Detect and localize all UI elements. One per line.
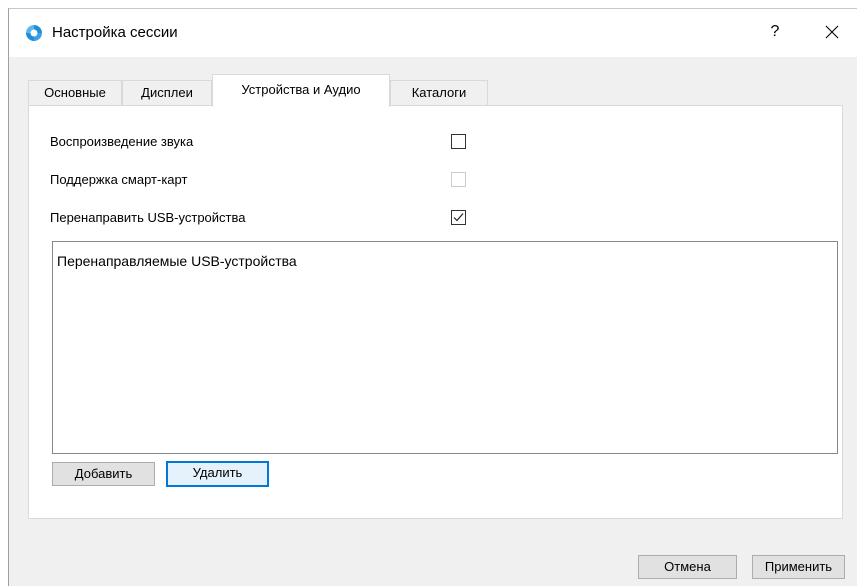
tab-devices-audio[interactable]: Устройства и Аудио bbox=[212, 74, 390, 107]
cancel-button[interactable]: Отмена bbox=[638, 555, 737, 579]
help-button[interactable]: ? bbox=[763, 18, 787, 46]
dialog-title: Настройка сессии bbox=[52, 24, 178, 41]
apply-button[interactable]: Применить bbox=[752, 555, 845, 579]
checkmark-icon bbox=[453, 213, 464, 222]
close-button[interactable] bbox=[817, 18, 847, 46]
close-icon bbox=[825, 25, 839, 39]
devices-audio-panel: Воспроизведение звука Поддержка смарт-ка… bbox=[28, 105, 843, 519]
usb-devices-list[interactable]: Перенаправляемые USB-устройства bbox=[52, 241, 838, 454]
session-settings-dialog: Настройка сессии ? Основные Дисплеи Устр… bbox=[8, 8, 857, 586]
tab-displays[interactable]: Дисплеи bbox=[122, 80, 212, 105]
tab-general[interactable]: Основные bbox=[28, 80, 122, 105]
add-button[interactable]: Добавить bbox=[52, 462, 155, 486]
sound-playback-checkbox[interactable] bbox=[451, 134, 466, 149]
usb-devices-list-header: Перенаправляемые USB-устройства bbox=[57, 253, 297, 269]
usb-redirect-label: Перенаправить USB-устройства bbox=[50, 210, 246, 225]
sound-playback-label: Воспроизведение звука bbox=[50, 134, 194, 149]
smartcard-support-label: Поддержка смарт-карт bbox=[50, 172, 188, 187]
smartcard-support-checkbox[interactable] bbox=[451, 172, 466, 187]
title-bar: Настройка сессии ? bbox=[9, 9, 857, 57]
usb-redirect-checkbox[interactable] bbox=[451, 210, 466, 225]
remove-button[interactable]: Удалить bbox=[166, 461, 269, 487]
app-logo-icon bbox=[25, 24, 43, 42]
tab-folders[interactable]: Каталоги bbox=[390, 80, 488, 105]
